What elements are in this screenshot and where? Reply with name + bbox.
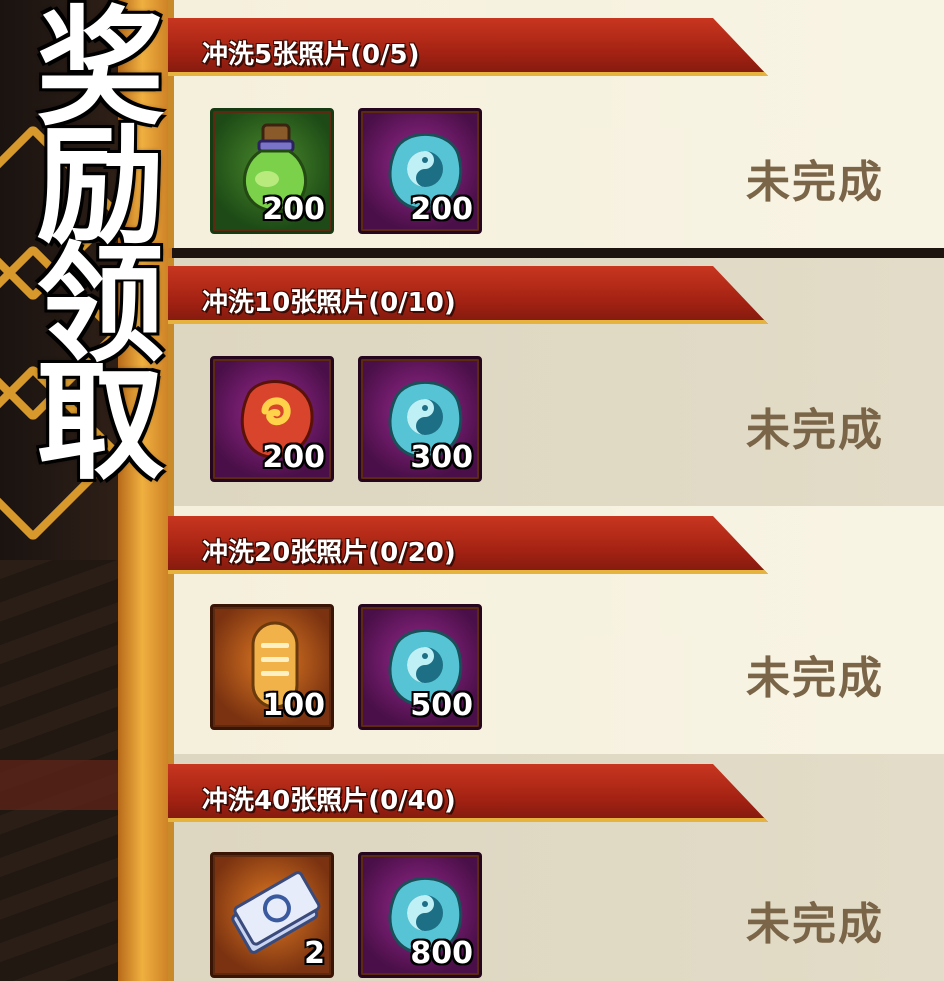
reward-item-stone[interactable]: 800 [358, 852, 482, 978]
reward-item-stone[interactable]: 300 [358, 356, 482, 482]
item-quantity: 200 [410, 192, 473, 227]
task-banner: 冲洗5张照片(0/5) [168, 18, 768, 76]
reward-item-potion[interactable]: 200 [210, 108, 334, 234]
item-quantity: 200 [262, 192, 325, 227]
item-quantity: 500 [410, 688, 473, 723]
task-banner: 冲洗40张照片(0/40) [168, 764, 768, 822]
item-quantity: 300 [410, 440, 473, 475]
reward-row: 冲洗20张照片(0/20) 100 500 未完成 [168, 506, 944, 754]
panel-title: 奖励领取 [14, 0, 164, 472]
status-label: 未完成 [746, 899, 884, 950]
task-label: 冲洗20张照片(0/20) [202, 538, 456, 568]
status-label: 未完成 [746, 405, 884, 456]
task-banner: 冲洗10张照片(0/10) [168, 266, 768, 324]
reward-item-stone[interactable]: 200 [358, 108, 482, 234]
task-label: 冲洗5张照片(0/5) [202, 40, 420, 70]
reward-item-stone[interactable]: 500 [358, 604, 482, 730]
status-label: 未完成 [746, 157, 884, 208]
reward-item-scroll[interactable]: 100 [210, 604, 334, 730]
reward-row: 冲洗5张照片(0/5) 200 200 未完成 [168, 0, 944, 248]
reward-row: 冲洗40张照片(0/40) 2 800 未完成 [168, 754, 944, 981]
left-decor-panel: 奖励领取 [0, 0, 172, 981]
reward-item-red-stone[interactable]: 200 [210, 356, 334, 482]
task-label: 冲洗10张照片(0/10) [202, 288, 456, 318]
status-label: 未完成 [746, 653, 884, 704]
task-label: 冲洗40张照片(0/40) [202, 786, 456, 816]
item-quantity: 100 [262, 688, 325, 723]
reward-row: 冲洗10张照片(0/10) 200 300 未完成 [168, 258, 944, 506]
item-quantity: 2 [304, 936, 325, 971]
item-quantity: 200 [262, 440, 325, 475]
red-accent-band [0, 760, 124, 810]
reward-list[interactable]: 冲洗5张照片(0/5) 200 200 未完成 冲洗10张照片(0/10) 20… [168, 0, 944, 981]
reward-item-ticket[interactable]: 2 [210, 852, 334, 978]
task-banner: 冲洗20张照片(0/20) [168, 516, 768, 574]
item-quantity: 800 [410, 936, 473, 971]
